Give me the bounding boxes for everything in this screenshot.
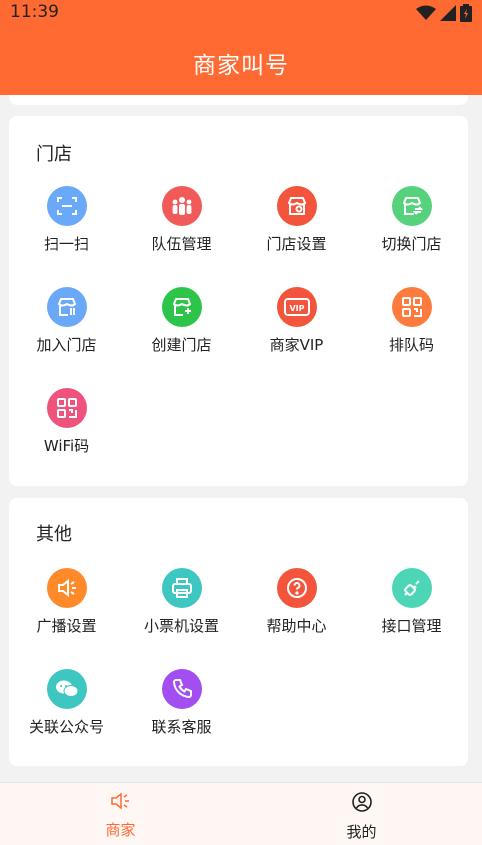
vip-icon: VIP [276,287,317,327]
user-icon [351,792,372,812]
scan-button[interactable]: 扫一扫 [9,186,124,254]
switch-store-icon [391,186,432,226]
team-icon [161,186,202,226]
join-store-icon [46,287,87,327]
top-card-edge [9,95,468,105]
help-icon [276,568,317,608]
broadcast-settings-button[interactable]: 广播设置 [9,568,124,636]
team-management-button[interactable]: 队伍管理 [124,186,239,254]
other-section-card: 其他 广播设置 小票机设置 帮助中心 接口管理 关联公众号 联系客服 [9,498,468,766]
help-center-label: 帮助中心 [266,617,327,635]
queue-code-icon [391,287,432,327]
store-settings-label: 门店设置 [266,235,327,253]
merchant-vip-button[interactable]: VIP 商家VIP [239,287,354,355]
other-section-title: 其他 [36,524,72,545]
queue-code-button[interactable]: 排队码 [354,287,469,355]
switch-store-button[interactable]: 切换门店 [354,186,469,254]
api-icon [391,568,432,608]
wechat-icon [46,669,87,709]
svg-text:VIP: VIP [289,304,304,313]
switch-store-label: 切换门店 [381,235,442,253]
signal-icon [440,5,456,21]
store-settings-icon [276,186,317,226]
scan-label: 扫一扫 [43,235,89,253]
status-time: 11:39 [10,2,59,22]
store-section-title: 门店 [36,144,72,165]
wifi-icon [416,5,436,20]
help-center-button[interactable]: 帮助中心 [239,568,354,636]
merchant-vip-label: 商家VIP [269,336,324,354]
team-management-label: 队伍管理 [151,235,212,253]
api-management-button[interactable]: 接口管理 [354,568,469,636]
create-store-icon [161,287,202,327]
create-store-label: 创建门店 [151,336,212,354]
battery-icon [460,4,472,22]
tab-mine-label: 我的 [346,823,377,841]
link-official-account-label: 关联公众号 [28,718,104,736]
page-title: 商家叫号 [193,53,289,79]
header: 11:39 商家叫号 [0,0,482,95]
tab-merchant-label: 商家 [105,821,136,839]
printer-settings-button[interactable]: 小票机设置 [124,568,239,636]
tab-merchant[interactable]: 商家 [0,791,241,840]
phone-icon [161,669,202,709]
join-store-button[interactable]: 加入门店 [9,287,124,355]
contact-support-label: 联系客服 [151,718,212,736]
store-settings-button[interactable]: 门店设置 [239,186,354,254]
store-section-card: 门店 扫一扫 队伍管理 门店设置 切换门店 加入门店 创建门店 VIP 商家VI… [9,116,468,486]
status-bar: 11:39 [0,0,482,26]
link-official-account-button[interactable]: 关联公众号 [9,669,124,737]
tab-mine[interactable]: 我的 [241,791,482,842]
wifi-code-label: WiFi码 [43,437,90,455]
broadcast-settings-label: 广播设置 [36,617,97,635]
printer-icon [161,568,202,608]
join-store-label: 加入门店 [36,336,97,354]
api-management-label: 接口管理 [381,617,442,635]
queue-code-label: 排队码 [388,336,434,354]
printer-settings-label: 小票机设置 [143,617,219,635]
wifi-code-button[interactable]: WiFi码 [9,388,124,456]
contact-support-button[interactable]: 联系客服 [124,669,239,737]
bottom-tab-bar: 商家 我的 [0,782,482,845]
speaker-icon [110,792,129,810]
wifi-code-icon [46,388,87,428]
scan-icon [46,186,87,226]
create-store-button[interactable]: 创建门店 [124,287,239,355]
broadcast-icon [46,568,87,608]
